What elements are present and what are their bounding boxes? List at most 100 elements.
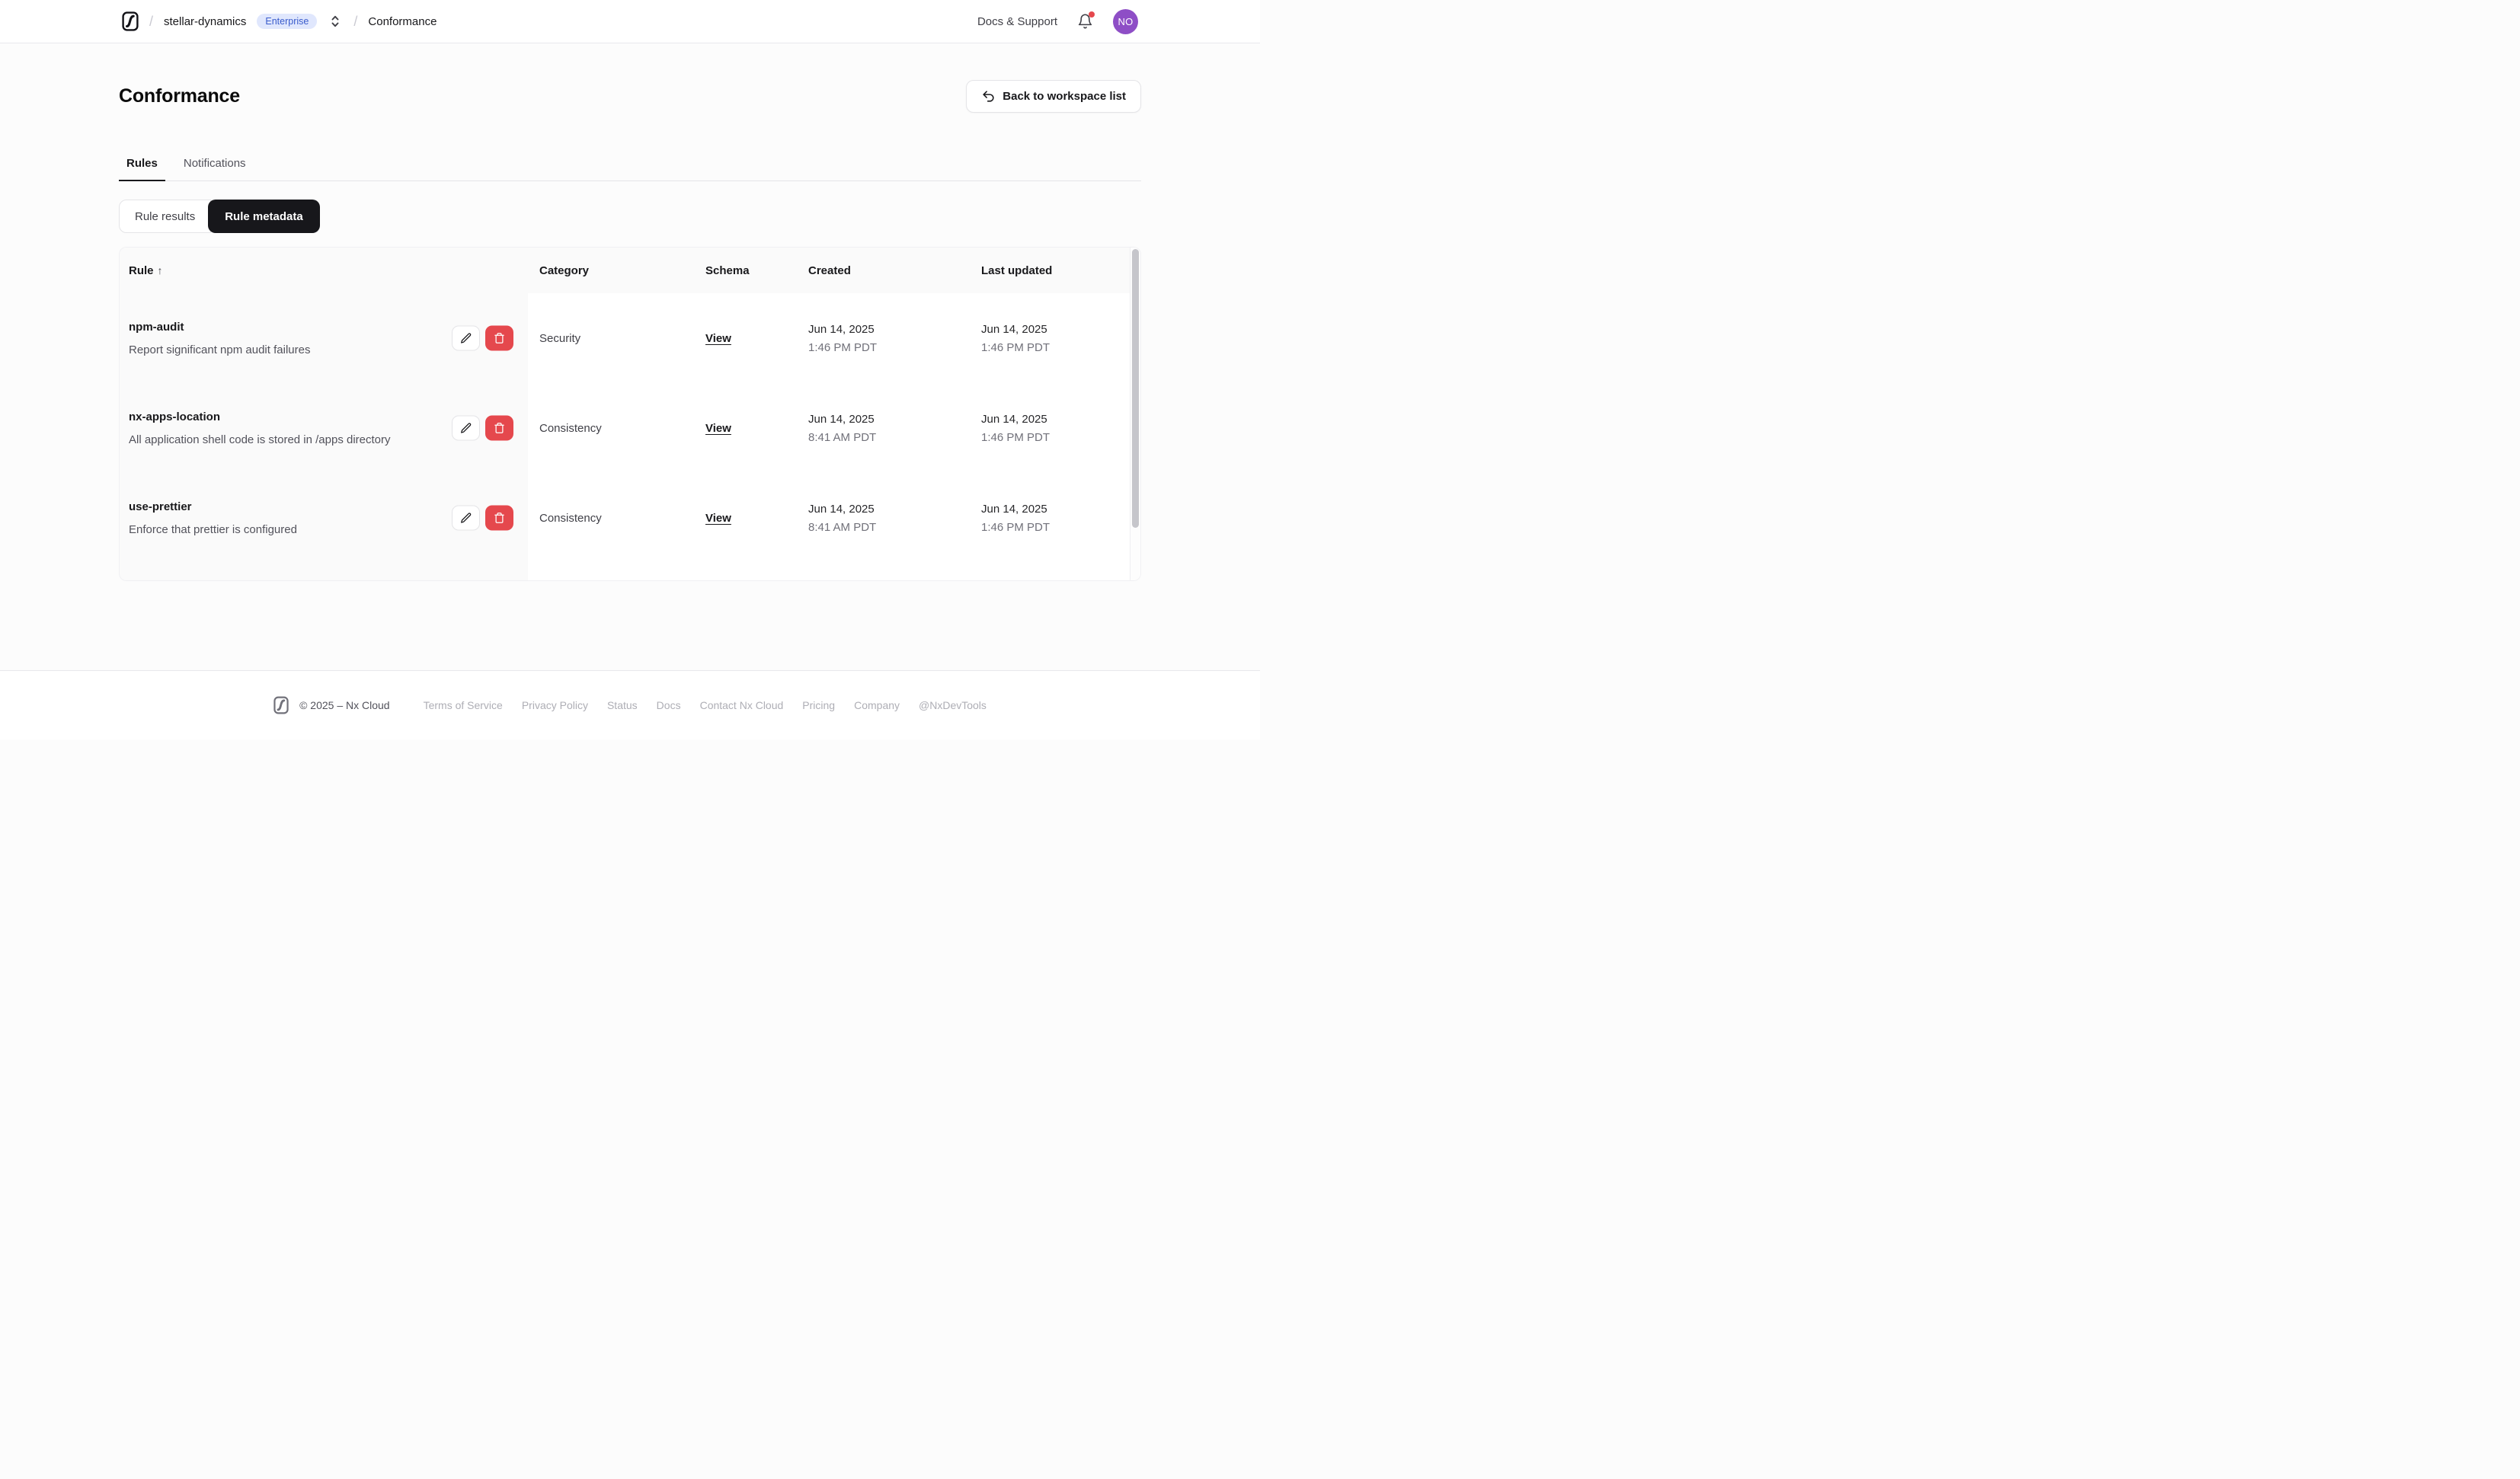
- nx-logo-footer: [273, 696, 289, 714]
- created-date: Jun 14, 2025: [808, 322, 875, 336]
- category-value: Security: [539, 331, 581, 345]
- updated-date: Jun 14, 2025: [981, 412, 1047, 426]
- column-header-rule[interactable]: Rule ↑: [120, 264, 528, 277]
- column-header-category: Category: [539, 264, 590, 277]
- rules-table: Rule ↑ Category Schema Created Last upda…: [119, 247, 1141, 581]
- column-header-schema: Schema: [705, 264, 750, 277]
- rule-metadata-toggle-button[interactable]: Rule metadata: [208, 200, 320, 233]
- view-schema-link[interactable]: View: [705, 512, 731, 525]
- workspace-name[interactable]: stellar-dynamics: [164, 15, 246, 28]
- footer-link-terms[interactable]: Terms of Service: [424, 699, 503, 711]
- column-header-last-updated: Last updated: [981, 264, 1053, 277]
- pencil-icon: [461, 513, 472, 523]
- notifications-bell-button[interactable]: [1077, 11, 1095, 30]
- delete-rule-button[interactable]: [485, 415, 513, 441]
- user-avatar[interactable]: NO: [1113, 8, 1138, 34]
- created-date: Jun 14, 2025: [808, 502, 875, 516]
- footer-links: Terms of Service Privacy Policy Status D…: [424, 699, 987, 711]
- updated-cell: Jun 14, 2025 1:46 PM PDT: [970, 293, 1130, 383]
- undo-arrow-icon: [983, 91, 994, 102]
- footer-link-status[interactable]: Status: [607, 699, 638, 711]
- breadcrumb: / stellar-dynamics Enterprise / Conforma…: [122, 11, 437, 31]
- pencil-icon: [461, 333, 472, 343]
- edit-rule-button[interactable]: [452, 325, 480, 351]
- updated-time: 1:46 PM PDT: [981, 520, 1051, 534]
- footer-link-company[interactable]: Company: [854, 699, 900, 711]
- notification-dot: [1089, 11, 1095, 18]
- table-header-row: Rule ↑ Category Schema Created Last upda…: [120, 248, 1140, 293]
- category-cell: Consistency: [528, 383, 694, 473]
- tab-bar: Rules Notifications: [119, 157, 1141, 181]
- edit-rule-button[interactable]: [452, 505, 480, 531]
- main-content: Conformance Back to workspace list Rules…: [119, 43, 1141, 581]
- footer-link-pricing[interactable]: Pricing: [802, 699, 835, 711]
- delete-rule-button[interactable]: [485, 325, 513, 351]
- created-date: Jun 14, 2025: [808, 412, 875, 426]
- chevron-up-down-icon: [331, 15, 339, 27]
- created-time: 8:41 AM PDT: [808, 430, 877, 444]
- row-actions: [452, 415, 513, 441]
- rule-results-toggle-button[interactable]: Rule results: [119, 200, 212, 233]
- created-cell: Jun 14, 2025 8:41 AM PDT: [797, 383, 970, 473]
- breadcrumb-separator: /: [353, 13, 358, 29]
- rule-view-toggle: Rule results Rule metadata: [119, 200, 1141, 233]
- table-scrollbar-track[interactable]: [1130, 248, 1140, 580]
- category-value: Consistency: [539, 421, 602, 435]
- table-row: npm-audit Report significant npm audit f…: [120, 293, 1140, 383]
- footer-link-docs[interactable]: Docs: [657, 699, 681, 711]
- rule-cell: npm-audit Report significant npm audit f…: [120, 293, 528, 383]
- table-body: npm-audit Report significant npm audit f…: [120, 293, 1140, 580]
- workspace-switcher-button[interactable]: [328, 13, 343, 30]
- back-to-workspace-list-button[interactable]: Back to workspace list: [966, 80, 1141, 113]
- schema-cell: View: [694, 293, 797, 383]
- row-actions: [452, 325, 513, 351]
- title-row: Conformance Back to workspace list: [119, 80, 1141, 113]
- back-button-label: Back to workspace list: [1003, 90, 1126, 103]
- footer-brand: © 2025 – Nx Cloud: [273, 696, 390, 714]
- plan-badge: Enterprise: [257, 13, 318, 30]
- trash-icon: [494, 333, 504, 343]
- category-cell: Security: [528, 293, 694, 383]
- updated-date: Jun 14, 2025: [981, 322, 1047, 336]
- delete-rule-button[interactable]: [485, 505, 513, 531]
- nx-logo[interactable]: [122, 11, 139, 31]
- row-actions: [452, 505, 513, 531]
- created-cell: Jun 14, 2025 1:46 PM PDT: [797, 293, 970, 383]
- nav-actions: Docs & Support NO: [977, 8, 1138, 34]
- tab-rules[interactable]: Rules: [119, 157, 165, 181]
- docs-support-link[interactable]: Docs & Support: [977, 15, 1057, 28]
- column-header-created: Created: [808, 264, 851, 277]
- top-nav: / stellar-dynamics Enterprise / Conforma…: [0, 0, 1260, 43]
- table-row: nx-apps-location All application shell c…: [120, 383, 1140, 473]
- created-time: 1:46 PM PDT: [808, 340, 878, 354]
- updated-cell: Jun 14, 2025 1:46 PM PDT: [970, 383, 1130, 473]
- footer: © 2025 – Nx Cloud Terms of Service Priva…: [0, 670, 1260, 740]
- sort-ascending-icon: ↑: [157, 264, 163, 276]
- conformance-page: / stellar-dynamics Enterprise / Conforma…: [0, 0, 1260, 740]
- rule-cell: nx-apps-location All application shell c…: [120, 383, 528, 473]
- created-time: 8:41 AM PDT: [808, 520, 877, 534]
- footer-link-privacy[interactable]: Privacy Policy: [522, 699, 588, 711]
- schema-cell: View: [694, 383, 797, 473]
- footer-link-twitter[interactable]: @NxDevTools: [919, 699, 987, 711]
- view-schema-link[interactable]: View: [705, 422, 731, 435]
- footer-link-contact[interactable]: Contact Nx Cloud: [700, 699, 784, 711]
- view-schema-link[interactable]: View: [705, 332, 731, 345]
- tab-notifications[interactable]: Notifications: [176, 157, 254, 181]
- edit-rule-button[interactable]: [452, 415, 480, 441]
- updated-date: Jun 14, 2025: [981, 502, 1047, 516]
- schema-cell: View: [694, 473, 797, 563]
- column-header-rule-label: Rule: [129, 264, 154, 277]
- updated-time: 1:46 PM PDT: [981, 340, 1051, 354]
- category-value: Consistency: [539, 511, 602, 525]
- updated-cell: Jun 14, 2025 1:46 PM PDT: [970, 473, 1130, 563]
- pencil-icon: [461, 423, 472, 433]
- updated-time: 1:46 PM PDT: [981, 430, 1051, 444]
- table-bottom-filler: [120, 563, 1140, 580]
- category-cell: Consistency: [528, 473, 694, 563]
- table-scrollbar-thumb[interactable]: [1132, 249, 1139, 528]
- created-cell: Jun 14, 2025 8:41 AM PDT: [797, 473, 970, 563]
- trash-icon: [494, 423, 504, 433]
- breadcrumb-current-page[interactable]: Conformance: [368, 15, 437, 28]
- rule-cell: use-prettier Enforce that prettier is co…: [120, 473, 528, 563]
